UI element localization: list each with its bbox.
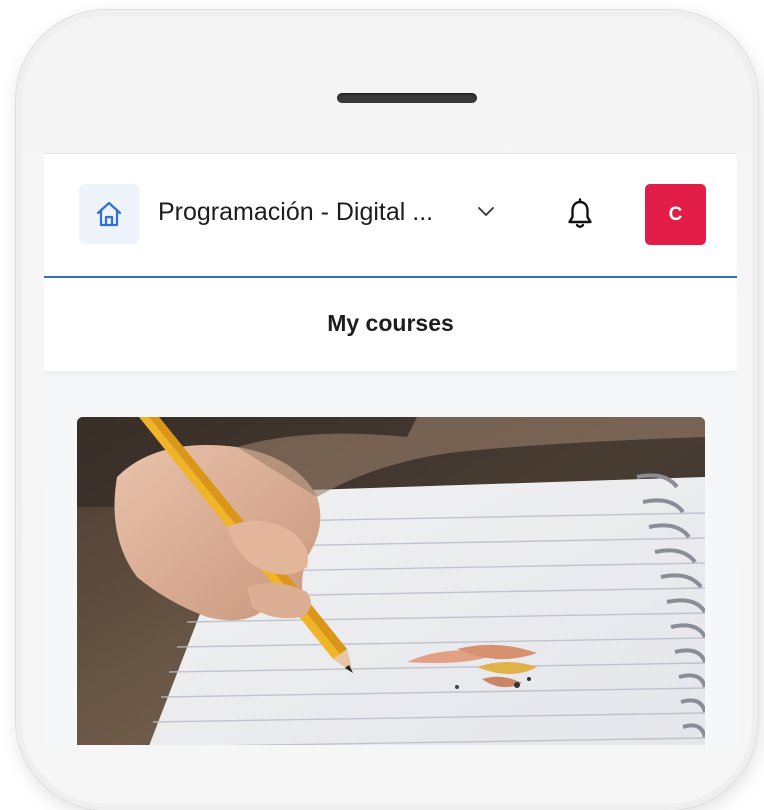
home-button[interactable] [79,184,139,244]
chevron-down-icon[interactable] [476,205,496,219]
course-card-image[interactable] [77,417,705,745]
app-screen: Programación - Digital ... C My courses [44,153,737,745]
sub-navigation: My courses [44,278,737,371]
user-avatar[interactable]: C [645,184,706,245]
phone-speaker [337,93,477,103]
top-bar: Programación - Digital ... C [44,154,737,278]
bell-icon[interactable] [566,198,594,230]
page-title: My courses [327,310,454,336]
course-selector[interactable]: Programación - Digital ... [158,198,433,227]
home-icon [96,201,122,227]
